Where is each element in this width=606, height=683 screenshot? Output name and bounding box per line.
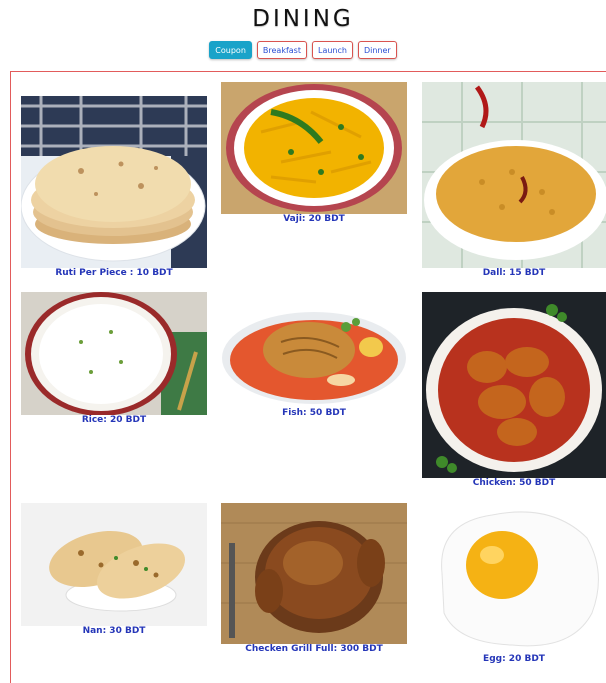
menu-item-label: Ruti Per Piece : 10 BDT: [55, 268, 173, 278]
menu-item-label: Dall: 15 BDT: [482, 268, 546, 278]
menu-item-label: Chicken: 50 BDT: [472, 478, 556, 488]
page-title: DINING: [252, 6, 354, 32]
vaji-photo: [221, 82, 407, 214]
tab-launch[interactable]: Launch: [311, 41, 353, 59]
ruti-photo: [21, 96, 207, 268]
egg-photo: [422, 503, 606, 653]
menu-item-label: Egg: 20 BDT: [483, 654, 545, 664]
fish-photo: [221, 292, 407, 408]
menu-item-label: Nan: 30 BDT: [82, 626, 146, 636]
menu-item-label: Rice: 20 BDT: [81, 415, 147, 425]
menu-item-label: Vaji: 20 BDT: [283, 214, 345, 224]
chicken-photo: [422, 292, 606, 478]
rice-photo: [21, 292, 207, 415]
nan-photo: [21, 503, 207, 626]
grill-photo: [221, 503, 407, 644]
menu-item-label: Fish: 50 BDT: [282, 408, 346, 418]
tab-breakfast[interactable]: Breakfast: [256, 41, 307, 59]
dall-photo: [422, 82, 606, 268]
menu-item-label: Checken Grill Full: 300 BDT: [245, 644, 383, 654]
tab-coupon[interactable]: Coupon: [209, 41, 252, 59]
meal-tabs: Coupon Breakfast Launch Dinner: [0, 41, 606, 59]
tab-dinner[interactable]: Dinner: [357, 41, 397, 59]
